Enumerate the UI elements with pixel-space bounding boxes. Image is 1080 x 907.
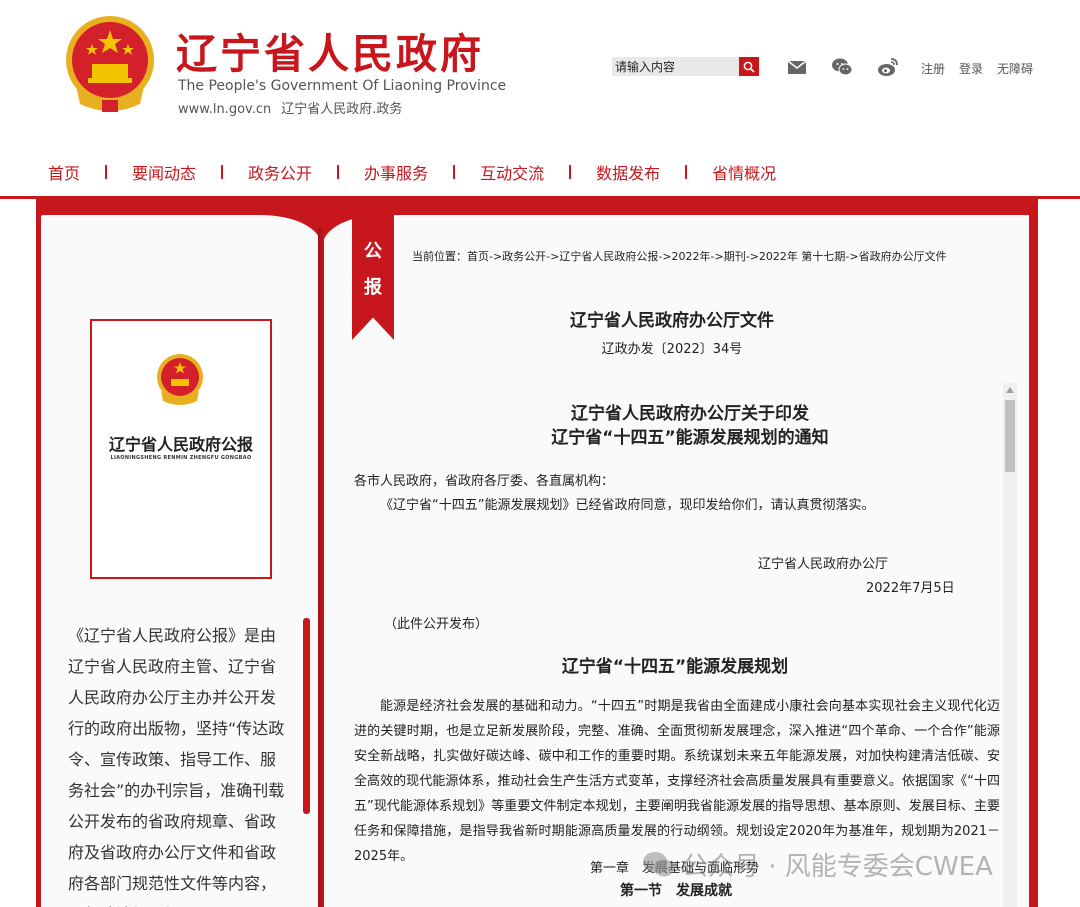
nav-separator [569,165,572,179]
wechat-icon[interactable] [831,56,853,78]
nav-separator [105,165,108,179]
document-title: 辽宁省人民政府办公厅关于印发 辽宁省“十四五”能源发展规划的通知 [430,402,950,450]
weibo-icon[interactable] [877,56,899,78]
nav-province-overview[interactable]: 省情概况 [712,160,776,184]
gazette-intro: 《辽宁省人民政府公报》是由辽宁省人民政府主管、辽宁省人民政府办公厅主办并公开发行… [68,626,285,907]
search-input[interactable] [612,57,740,76]
document-number: 辽政办发〔2022〕34号 [601,342,743,357]
nav-interaction[interactable]: 互动交流 [480,160,544,184]
cover-subtitle: LIAONINGSHENG RENMIN ZHENGFU GONGBAO [110,455,252,461]
issue-date: 2022年7月5日 [866,581,955,596]
scrollbar-thumb[interactable] [1005,400,1015,472]
main-nav: 首页 要闻动态 政务公开 办事服务 互动交流 数据发布 省情概况 [48,160,776,184]
site-url-tag: 辽宁省人民政府.政务 [281,102,403,117]
chevron-up-icon [1006,387,1014,393]
nav-data[interactable]: 数据发布 [596,160,660,184]
search-button[interactable] [739,57,759,76]
cover-title: 辽宁省人民政府公报 [108,435,253,454]
site-english-name: The People's Government Of Liaoning Prov… [178,78,507,94]
nav-home[interactable]: 首页 [48,160,80,184]
issuer: 辽宁省人民政府办公厅 [758,557,889,572]
nav-gov-affairs[interactable]: 政务公开 [248,160,312,184]
section-heading: 第一节 发展成就 [620,883,732,899]
site-title: 辽宁省人民政府 [176,30,484,78]
ribbon-char: 公 [364,241,382,262]
ribbon-char: 报 [364,277,382,298]
office-heading: 辽宁省人民政府办公厅文件 [570,311,774,331]
accessibility-link[interactable]: 无障碍 [997,60,1033,77]
document-title-line2: 辽宁省“十四五”能源发展规划的通知 [551,428,829,448]
book-spine [318,228,324,907]
login-link[interactable]: 登录 [959,60,983,77]
wechat-watermark: 公众号 · 风能专委会CWEA [642,846,993,883]
nav-separator [337,165,340,179]
nav-news[interactable]: 要闻动态 [132,160,196,184]
mail-icon[interactable] [786,56,808,78]
plan-title: 辽宁省“十四五”能源发展规划 [561,657,789,677]
plan-paragraph: 能源是经济社会发展的基础和动力。“十四五”时期是我省由全面建成小康社会向基本实现… [354,699,1000,864]
nav-services[interactable]: 办事服务 [364,160,428,184]
search-icon [743,61,755,73]
wechat-watermark-icon [643,851,674,876]
addressee: 各市人民政府，省政府各厅委、各直属机构： [354,474,615,489]
national-emblem-icon [157,354,203,405]
public-note: （此件公开发布） [384,617,489,632]
nav-separator [221,165,224,179]
site-url-line: www.ln.gov.cn 辽宁省人民政府.政务 [178,98,402,117]
left-scrollbar[interactable] [303,618,310,814]
notice-body: 《辽宁省“十四五”能源发展规划》已经省政府同意，现印发给你们，请认真贯彻落实。 [380,498,875,513]
watermark-text: 公众号 · 风能专委会CWEA [682,852,993,882]
breadcrumb: 当前位置：首页->政务公开->辽宁省人民政府公报->2022年->期刊->202… [412,250,947,263]
national-emblem-logo [66,16,154,112]
nav-separator [453,165,456,179]
nav-separator [685,165,688,179]
register-link[interactable]: 注册 [921,60,945,77]
scroll-up-arrow[interactable] [1003,383,1017,397]
site-url: www.ln.gov.cn [178,102,272,117]
document-title-line1: 辽宁省人民政府办公厅关于印发 [571,404,809,424]
gazette-cover[interactable]: 辽宁省人民政府公报 LIAONINGSHENG RENMIN ZHENGFU G… [90,319,272,579]
